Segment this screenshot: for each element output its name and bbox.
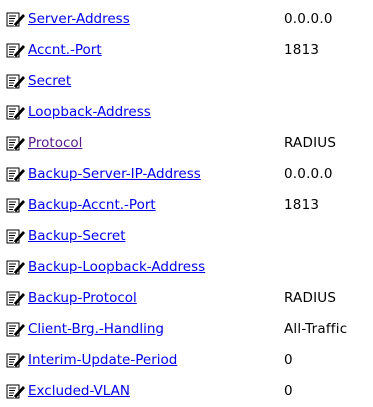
parameter-value-accnt-port: 1813 xyxy=(284,41,320,58)
parameter-link-accnt-port[interactable]: Accnt.-Port xyxy=(28,42,284,58)
parameter-link-backup-protocol[interactable]: Backup-Protocol xyxy=(28,290,284,306)
edit-notepad-icon[interactable] xyxy=(6,321,27,337)
parameter-link-backup-server-ip-address[interactable]: Backup-Server-IP-Address xyxy=(28,166,284,182)
parameter-value-client-brg-handling: All-Traffic xyxy=(284,320,348,337)
parameter-row-client-brg-handling: Client-Brg.-Handling All-Traffic xyxy=(6,313,370,344)
parameter-link-excluded-vlan[interactable]: Excluded-VLAN xyxy=(28,383,284,399)
parameter-row-backup-server-ip-address: Backup-Server-IP-Address 0.0.0.0 xyxy=(6,158,370,189)
edit-notepad-icon[interactable] xyxy=(6,352,27,368)
parameter-link-backup-accnt-port[interactable]: Backup-Accnt.-Port xyxy=(28,197,284,213)
parameter-value-server-address: 0.0.0.0 xyxy=(284,10,333,27)
parameter-row-backup-secret: Backup-Secret xyxy=(6,220,370,251)
parameter-link-loopback-address[interactable]: Loopback-Address xyxy=(28,104,284,120)
parameter-value-backup-accnt-port: 1813 xyxy=(284,196,320,213)
edit-notepad-icon[interactable] xyxy=(6,42,27,58)
parameter-row-loopback-address: Loopback-Address xyxy=(6,96,370,127)
edit-notepad-icon[interactable] xyxy=(6,135,27,151)
parameter-link-backup-loopback-address[interactable]: Backup-Loopback-Address xyxy=(28,259,284,275)
parameter-link-server-address[interactable]: Server-Address xyxy=(28,11,284,27)
edit-notepad-icon[interactable] xyxy=(6,166,27,182)
parameter-value-backup-protocol: RADIUS xyxy=(284,289,337,306)
parameter-link-secret[interactable]: Secret xyxy=(28,73,284,89)
parameter-link-interim-update-period[interactable]: Interim-Update-Period xyxy=(28,352,284,368)
edit-notepad-icon[interactable] xyxy=(6,11,27,27)
parameter-row-backup-loopback-address: Backup-Loopback-Address xyxy=(6,251,370,282)
parameter-link-client-brg-handling[interactable]: Client-Brg.-Handling xyxy=(28,321,284,337)
edit-notepad-icon[interactable] xyxy=(6,383,27,399)
edit-notepad-icon[interactable] xyxy=(6,104,27,120)
parameter-link-backup-secret[interactable]: Backup-Secret xyxy=(28,228,284,244)
parameter-row-backup-protocol: Backup-Protocol RADIUS xyxy=(6,282,370,313)
parameter-row-protocol: Protocol RADIUS xyxy=(6,127,370,158)
parameter-value-protocol: RADIUS xyxy=(284,134,337,151)
parameter-row-excluded-vlan: Excluded-VLAN 0 xyxy=(6,375,370,406)
parameter-value-excluded-vlan: 0 xyxy=(284,382,293,399)
parameter-row-server-address: Server-Address 0.0.0.0 xyxy=(6,3,370,34)
edit-notepad-icon[interactable] xyxy=(6,73,27,89)
parameter-row-backup-accnt-port: Backup-Accnt.-Port 1813 xyxy=(6,189,370,220)
edit-notepad-icon[interactable] xyxy=(6,259,27,275)
edit-notepad-icon[interactable] xyxy=(6,197,27,213)
parameter-value-backup-server-ip-address: 0.0.0.0 xyxy=(284,165,333,182)
parameter-value-interim-update-period: 0 xyxy=(284,351,293,368)
edit-notepad-icon[interactable] xyxy=(6,228,27,244)
parameter-link-protocol[interactable]: Protocol xyxy=(28,135,284,151)
parameter-row-interim-update-period: Interim-Update-Period 0 xyxy=(6,344,370,375)
parameter-row-accnt-port: Accnt.-Port 1813 xyxy=(6,34,370,65)
edit-notepad-icon[interactable] xyxy=(6,290,27,306)
parameter-list: Server-Address 0.0.0.0 Accnt.-Port 1813 xyxy=(6,3,370,406)
parameter-row-secret: Secret xyxy=(6,65,370,96)
